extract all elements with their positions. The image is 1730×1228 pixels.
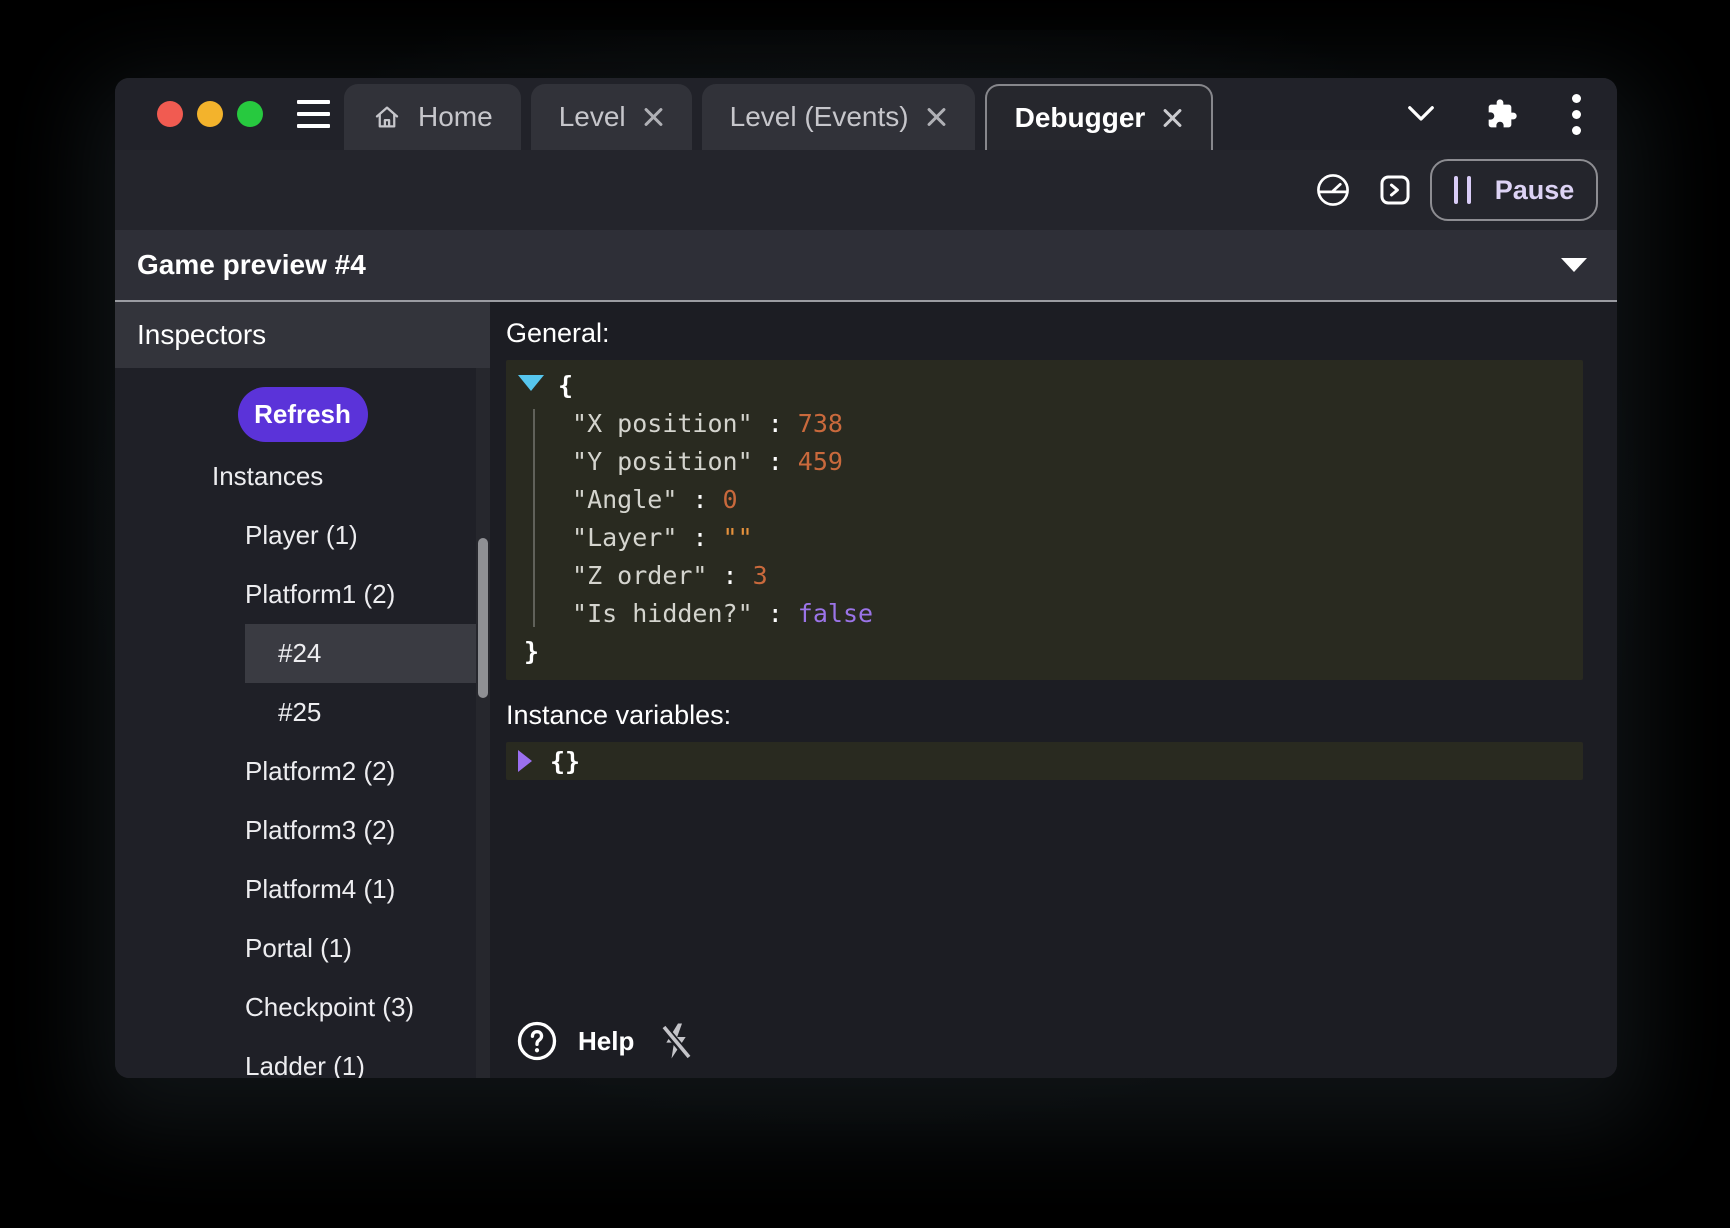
- main-menu-icon[interactable]: [297, 78, 330, 150]
- tab-label: Debugger: [1015, 102, 1146, 134]
- instance-variables-heading: Instance variables:: [506, 700, 1583, 731]
- tree-item-platform2[interactable]: Platform2 (2): [212, 742, 476, 801]
- close-window-button[interactable]: [157, 101, 183, 127]
- game-preview-selector[interactable]: Game preview #4: [115, 230, 1617, 302]
- titlebar: Home Level Level (Events) Debugger: [115, 78, 1617, 150]
- more-options-kebab-icon[interactable]: [1568, 90, 1585, 139]
- profiler-gauge-icon[interactable]: [1314, 171, 1352, 209]
- json-value: 3: [753, 561, 768, 590]
- instance-variables-json-view: {}: [506, 742, 1583, 780]
- json-value: "": [723, 523, 753, 552]
- json-key: Angle: [572, 485, 677, 514]
- expand-arrow-icon[interactable]: [518, 750, 532, 772]
- close-brace: }: [524, 637, 539, 666]
- close-tab-icon[interactable]: [925, 106, 947, 128]
- refresh-button[interactable]: Refresh: [238, 387, 368, 442]
- question-circle-icon: [516, 1020, 558, 1062]
- debugger-body: Inspectors Refresh Instances Player (1) …: [115, 302, 1617, 1078]
- titlebar-actions: [1406, 78, 1617, 150]
- app-window: Home Level Level (Events) Debugger: [115, 78, 1617, 1078]
- flash-off-icon[interactable]: [656, 1020, 696, 1062]
- pause-icon: [1454, 176, 1471, 204]
- tree-item-platform4[interactable]: Platform4 (1): [212, 860, 476, 919]
- tree-item-platform3[interactable]: Platform3 (2): [212, 801, 476, 860]
- general-heading: General:: [506, 318, 1583, 349]
- zoom-window-button[interactable]: [237, 101, 263, 127]
- tree-item-instances[interactable]: Instances: [179, 447, 476, 506]
- tab-level-events[interactable]: Level (Events): [702, 84, 975, 150]
- general-json-view: { X position : 738 Y position : 459 Angl…: [506, 360, 1583, 680]
- json-key: Is hidden?: [572, 599, 753, 628]
- chevron-down-icon[interactable]: [1406, 103, 1436, 125]
- tree-item-portal[interactable]: Portal (1): [212, 919, 476, 978]
- json-row-layer: Layer : "": [572, 519, 1571, 557]
- help-row: Help: [506, 1020, 1583, 1078]
- traffic-lights: [115, 78, 263, 150]
- json-value: 738: [798, 409, 843, 438]
- tab-level[interactable]: Level: [531, 84, 692, 150]
- dropdown-caret-icon: [1561, 258, 1587, 272]
- home-icon: [372, 102, 402, 132]
- game-preview-label: Game preview #4: [137, 249, 366, 281]
- close-tab-icon[interactable]: [642, 106, 664, 128]
- pause-button[interactable]: Pause: [1430, 159, 1598, 221]
- close-tab-icon[interactable]: [1161, 107, 1183, 129]
- minimize-window-button[interactable]: [197, 101, 223, 127]
- json-row-angle: Angle : 0: [572, 481, 1571, 519]
- json-key: Y position: [572, 447, 753, 476]
- json-row-z-order: Z order : 3: [572, 557, 1571, 595]
- json-key: X position: [572, 409, 753, 438]
- open-brace: {: [558, 367, 573, 405]
- json-row-x-position: X position : 738: [572, 405, 1571, 443]
- tab-label: Home: [418, 101, 493, 133]
- tree-item-ladder[interactable]: Ladder (1): [212, 1037, 476, 1078]
- help-button[interactable]: Help: [516, 1020, 634, 1062]
- tab-debugger[interactable]: Debugger: [985, 84, 1214, 150]
- screenshot-canvas: Home Level Level (Events) Debugger: [0, 0, 1730, 1228]
- inspectors-sidebar: Inspectors Refresh Instances Player (1) …: [115, 302, 490, 1078]
- json-rows: X position : 738 Y position : 459 Angle …: [518, 405, 1571, 633]
- tree-item-checkpoint[interactable]: Checkpoint (3): [212, 978, 476, 1037]
- json-value: false: [798, 599, 873, 628]
- inspectors-header: Inspectors: [115, 302, 490, 368]
- tree-item-instance-24[interactable]: #24: [245, 624, 476, 683]
- collapse-arrow-icon[interactable]: [518, 375, 544, 391]
- json-key: Layer: [572, 523, 677, 552]
- tab-label: Level: [559, 101, 626, 133]
- tab-bar: Home Level Level (Events) Debugger: [344, 78, 1213, 150]
- tab-home[interactable]: Home: [344, 84, 521, 150]
- debugger-toolbar: Pause: [115, 150, 1617, 230]
- tab-label: Level (Events): [730, 101, 909, 133]
- sidebar-scrollbar-thumb[interactable]: [478, 538, 488, 698]
- json-row-y-position: Y position : 459: [572, 443, 1571, 481]
- help-label: Help: [578, 1026, 634, 1057]
- inspector-pane: General: { X position : 738 Y position :…: [490, 302, 1617, 1078]
- json-key: Z order: [572, 561, 707, 590]
- variables-collapsed-braces: {}: [550, 747, 580, 776]
- json-row-is-hidden: Is hidden? : false: [572, 595, 1571, 633]
- instances-tree: Instances Player (1) Platform1 (2) #24 #…: [115, 447, 490, 1078]
- tree-item-platform1[interactable]: Platform1 (2): [212, 565, 476, 624]
- console-icon[interactable]: [1378, 173, 1412, 207]
- sidebar-scrollbar-track: [476, 368, 490, 1078]
- json-value: 459: [798, 447, 843, 476]
- extensions-puzzle-icon[interactable]: [1486, 98, 1518, 130]
- tree-item-instance-25[interactable]: #25: [245, 683, 476, 742]
- tree-item-player[interactable]: Player (1): [212, 506, 476, 565]
- json-value: 0: [723, 485, 738, 514]
- pause-button-label: Pause: [1495, 175, 1575, 206]
